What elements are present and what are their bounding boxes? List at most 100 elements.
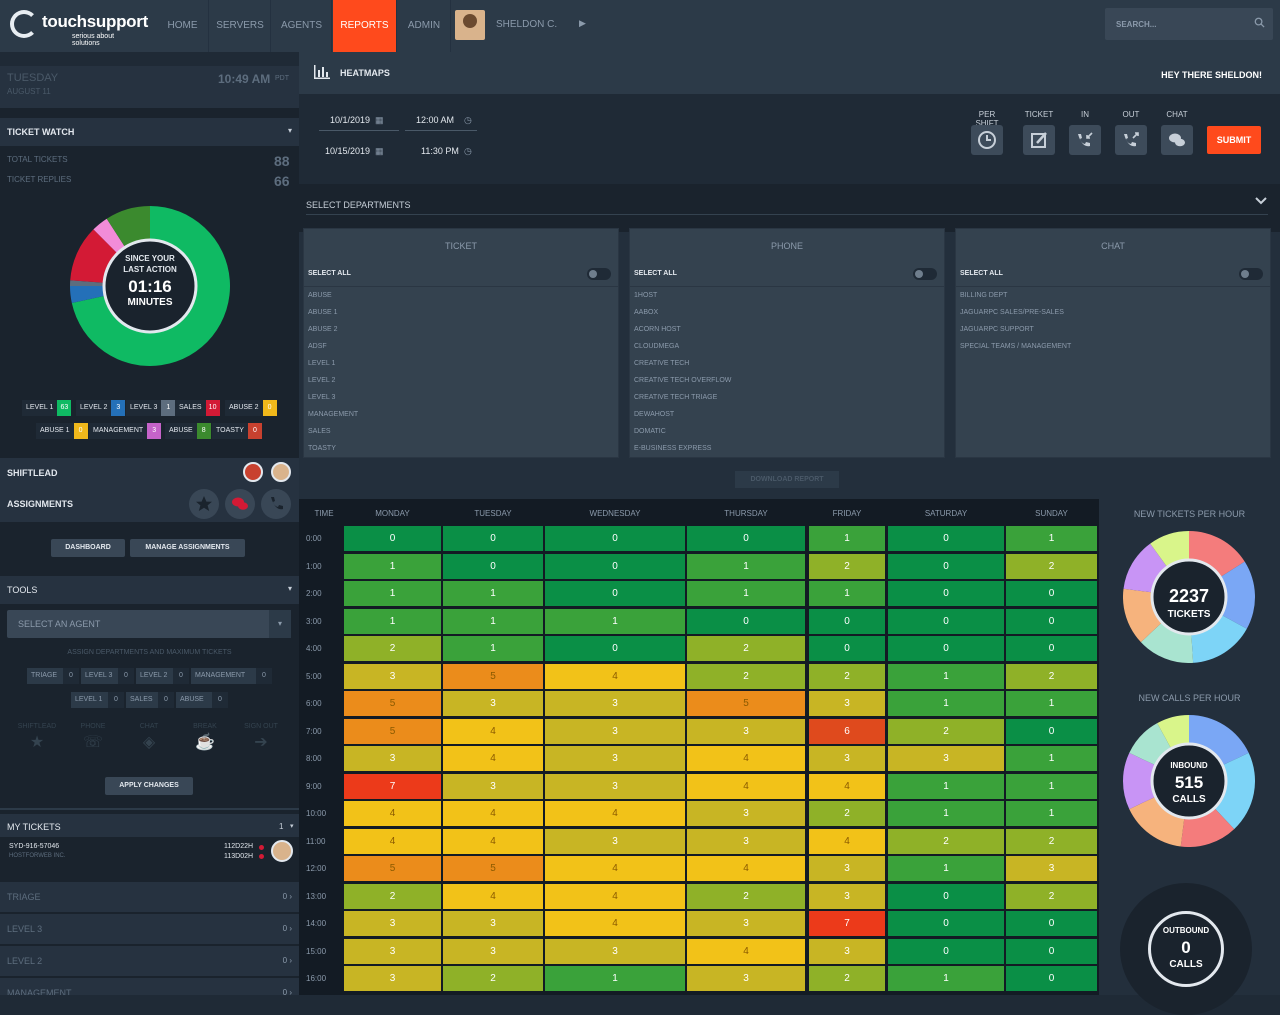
queue-row[interactable]: LEVEL 3 0 ›	[0, 914, 299, 944]
select-all-toggle[interactable]	[587, 268, 611, 280]
submit-button[interactable]: SUBMIT	[1207, 126, 1261, 154]
caret-right-icon[interactable]: ▶	[579, 18, 586, 29]
divider	[306, 214, 1268, 215]
chat-bubbles-icon[interactable]	[1161, 125, 1193, 155]
edit-icon[interactable]	[1023, 125, 1055, 155]
department-item[interactable]: JAGUARPC SALES/PRE-SALES	[960, 309, 1064, 316]
department-item[interactable]: ACORN HOST	[634, 326, 681, 333]
manage-assignments-button[interactable]: MANAGE ASSIGNMENTS	[130, 539, 245, 557]
tools-header[interactable]: TOOLS ▾	[0, 576, 299, 606]
department-item[interactable]: JAGUARPC SUPPORT	[960, 326, 1034, 333]
department-max-field[interactable]: LEVEL 3 0	[81, 668, 134, 684]
agent-select[interactable]: SELECT AN AGENT ▾	[7, 610, 291, 638]
heatmap-cell: 2	[809, 553, 885, 579]
department-max-value: 0	[158, 692, 174, 708]
department-max-value: 0	[212, 692, 228, 708]
nav-home[interactable]: HOME	[157, 0, 209, 52]
queue-row[interactable]: LEVEL 2 0 ›	[0, 946, 299, 976]
apply-changes-button[interactable]: APPLY CHANGES	[105, 777, 193, 795]
department-item[interactable]: CREATIVE TECH OVERFLOW	[634, 377, 731, 384]
outgoing-call-icon[interactable]	[1115, 125, 1147, 155]
calendar-icon[interactable]: ▦	[375, 146, 384, 157]
incoming-call-icon[interactable]	[1069, 125, 1101, 155]
from-date[interactable]: 10/1/2019	[330, 115, 370, 125]
department-item[interactable]: CREATIVE TECH TRIAGE	[634, 394, 717, 401]
department-item[interactable]: SALES	[308, 428, 331, 435]
brand-logo[interactable]: touchsupport serious about solutions	[10, 8, 148, 47]
department-item[interactable]: DEWAHOST	[634, 411, 674, 418]
department-max-field[interactable]: LEVEL 2 0	[136, 668, 189, 684]
clock-icon[interactable]	[971, 125, 1003, 155]
chevron-down-icon[interactable]	[1255, 196, 1267, 206]
department-item[interactable]: 1HOST	[634, 292, 657, 299]
top-navigation-bar: touchsupport serious about solutions HOM…	[0, 0, 1280, 52]
department-max-field[interactable]: ABUSE 0	[176, 692, 228, 708]
ticket-watch-header[interactable]: TICKET WATCH ▾	[0, 118, 299, 148]
chevron-down-icon[interactable]: ▾	[290, 822, 294, 830]
star-icon[interactable]	[189, 489, 219, 519]
department-item[interactable]: ADSF	[308, 343, 327, 350]
department-item[interactable]: ABUSE	[308, 292, 332, 299]
department-item[interactable]: MANAGEMENT	[308, 411, 358, 418]
nav-reports[interactable]: REPORTS	[333, 0, 397, 52]
to-date[interactable]: 10/15/2019	[325, 146, 370, 156]
phone-icon[interactable]	[261, 489, 291, 519]
status-shiftlead-tool[interactable]: SHIFTLEAD ★	[14, 723, 60, 752]
status-chat-tool[interactable]: CHAT ◈	[126, 723, 172, 752]
chip-label: MANAGEMENT	[93, 427, 144, 434]
select-departments-bar[interactable]: SELECT DEPARTMENTS	[299, 184, 1280, 232]
time-column-header: TIME	[314, 509, 334, 518]
heatmap-cell: 1	[1006, 773, 1097, 799]
calendar-icon[interactable]: ▦	[375, 115, 384, 126]
search-icon[interactable]	[1254, 17, 1265, 28]
nav-servers[interactable]: SERVERS	[210, 0, 271, 52]
select-all-toggle[interactable]	[1239, 268, 1263, 280]
department-max-field[interactable]: MANAGEMENT 0	[191, 668, 272, 684]
department-max-field[interactable]: TRIAGE 0	[27, 668, 79, 684]
department-item[interactable]: CLOUDMEGA	[634, 343, 679, 350]
download-report-button[interactable]: DOWNLOAD REPORT	[735, 471, 839, 488]
chevron-down-icon[interactable]: ▾	[288, 126, 292, 135]
my-ticket-row[interactable]: SYD-916-57046 HOSTFORWEB INC. 112D22H 11…	[0, 837, 299, 868]
select-all-toggle[interactable]	[913, 268, 937, 280]
heatmap-cell: 3	[344, 966, 441, 991]
from-time[interactable]: 12:00 AM	[416, 115, 454, 125]
shiftlead-avatar-1[interactable]	[243, 462, 263, 482]
status-break-tool[interactable]: BREAK ☕	[182, 723, 228, 752]
department-max-field[interactable]: LEVEL 1 0	[71, 692, 124, 708]
dashboard-button[interactable]: DASHBOARD	[51, 539, 125, 557]
queue-row[interactable]: MANAGEMENT 0 ›	[0, 978, 299, 995]
search-input[interactable]	[1105, 8, 1245, 40]
nav-admin[interactable]: ADMIN	[398, 0, 451, 52]
queue-row[interactable]: TRIAGE 0 ›	[0, 882, 299, 912]
department-item[interactable]: BILLING DEPT	[960, 292, 1007, 299]
department-item[interactable]: E-BUSINESS EXPRESS	[634, 445, 711, 452]
nav-agents[interactable]: AGENTS	[272, 0, 332, 52]
department-item[interactable]: AABOX	[634, 309, 658, 316]
to-time[interactable]: 11:30 PM	[421, 146, 459, 156]
chevron-down-icon[interactable]: ▾	[269, 610, 291, 638]
clock-icon[interactable]: ◷	[464, 115, 472, 126]
heatmap-cell: 3	[344, 746, 441, 771]
department-item[interactable]: SPECIAL TEAMS / MANAGEMENT	[960, 343, 1071, 350]
status-phone-tool[interactable]: PHONE ☏	[70, 723, 116, 752]
department-item[interactable]: ABUSE 2	[308, 326, 338, 333]
department-item[interactable]: CREATIVE TECH	[634, 360, 689, 367]
department-item[interactable]: TOASTY	[308, 445, 336, 452]
status-sign-out-tool[interactable]: SIGN OUT ➔	[238, 723, 284, 752]
shiftlead-avatar-2[interactable]	[271, 462, 291, 482]
time-row-label: 5:00	[306, 671, 322, 681]
chevron-down-icon[interactable]: ▾	[288, 584, 292, 593]
heatmap-cell: 1	[545, 608, 685, 634]
department-max-field[interactable]: SALES 0	[126, 692, 174, 708]
department-item[interactable]: DOMATIC	[634, 428, 666, 435]
chat-icon[interactable]	[225, 489, 255, 519]
department-item[interactable]: LEVEL 2	[308, 377, 335, 384]
status-dot-icon	[259, 854, 264, 859]
department-item[interactable]: LEVEL 1	[308, 360, 335, 367]
heatmap-cell: 3	[1006, 856, 1097, 881]
ticket-time-2: 113D02H	[224, 853, 254, 860]
department-item[interactable]: LEVEL 3	[308, 394, 335, 401]
department-item[interactable]: ABUSE 1	[308, 309, 338, 316]
clock-icon[interactable]: ◷	[464, 146, 472, 157]
